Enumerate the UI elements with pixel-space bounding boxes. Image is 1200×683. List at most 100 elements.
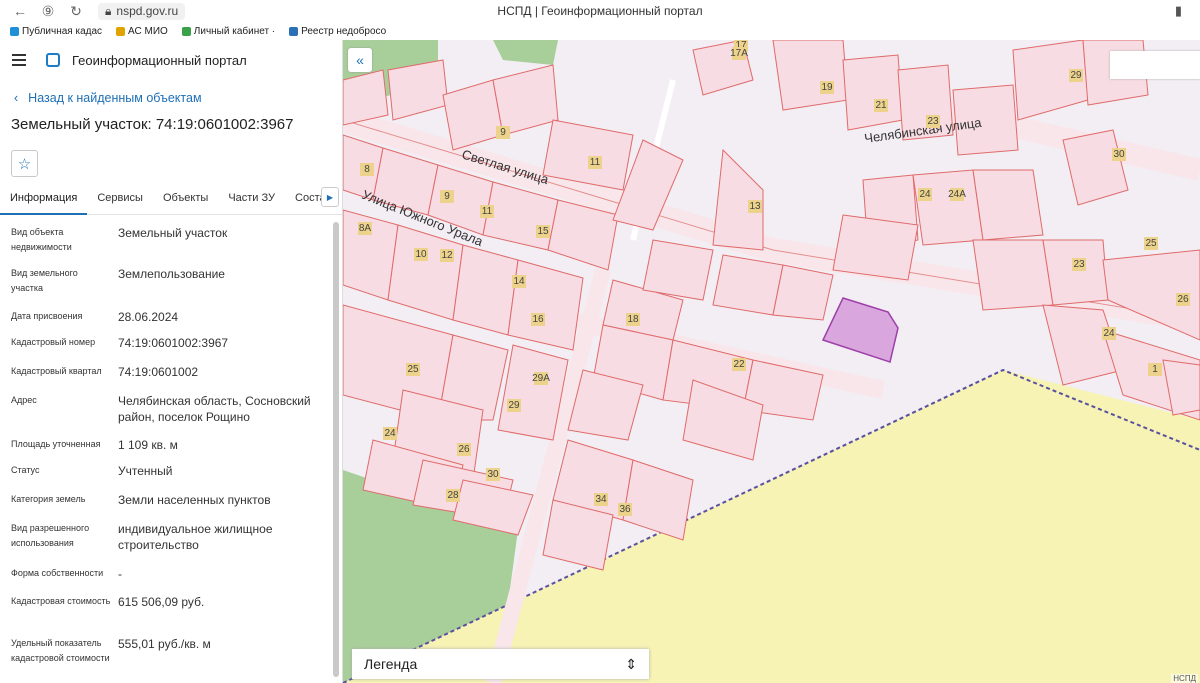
parcel[interactable] [772, 264, 834, 321]
parcel-number: 9 [444, 191, 450, 202]
parcel[interactable] [452, 244, 519, 336]
parcel-number: 23 [1073, 259, 1085, 270]
nspd-logo-icon [46, 53, 60, 67]
attribute-key: Удельный показатель кадастровой стоимост… [11, 638, 110, 663]
parcel[interactable] [832, 214, 919, 281]
attribute-key: Категория земель [11, 494, 86, 504]
tab-3[interactable]: Части ЗУ [218, 187, 285, 215]
bookmark-item[interactable]: АС МИО [116, 26, 168, 37]
url-text: nspd.gov.ru [116, 4, 179, 18]
bookmark-item[interactable]: Личный кабинет · [181, 25, 276, 37]
parcel[interactable] [343, 69, 389, 126]
parcel[interactable] [972, 169, 1044, 241]
info-panel: Геоинформационный портал ‹ Назад к найде… [0, 40, 343, 683]
attribute-value: 74:19:0601002 [118, 365, 199, 379]
legend-dropdown[interactable]: Легенда ⇕ [352, 649, 649, 679]
parcel[interactable] [912, 169, 984, 246]
panel-header: Геоинформационный портал [0, 40, 342, 80]
legend-label: Легенда [364, 656, 418, 672]
bookmark-item[interactable]: Публичная кадас [10, 26, 102, 37]
favorite-star-icon[interactable]: ☆ [11, 150, 38, 177]
parcel-number: 16 [532, 314, 544, 325]
map-search-box[interactable] [1110, 51, 1200, 79]
attribute-value: - [118, 567, 122, 581]
parcel-number: 17А [730, 48, 748, 59]
parcel[interactable] [772, 40, 849, 111]
attribute-key: Вид земельного участка [11, 268, 78, 293]
bookmark-icon[interactable]: ▮ [1175, 3, 1182, 19]
parcel[interactable] [712, 254, 784, 316]
tabs-scroll-right-icon[interactable]: ▶ [321, 187, 339, 207]
bookmark-label: Личный кабинет · [193, 25, 276, 37]
object-title: Земельный участок: 74:19:0601002:3967 [11, 116, 294, 133]
attribute-key: Кадастровый квартал [11, 366, 102, 376]
parcel-number: 24 [384, 428, 396, 439]
parcel-number: 13 [749, 201, 761, 212]
parcel-number: 8 [364, 164, 370, 175]
attribute-key: Дата присвоения [11, 311, 83, 321]
parcel-number: 18 [627, 314, 639, 325]
attribute-value: 28.06.2024 [118, 310, 179, 324]
parcel-number: 34 [595, 494, 607, 505]
parcel-number: 26 [1177, 294, 1189, 305]
parcel-number: 14 [513, 276, 525, 287]
parcel-number: 23 [927, 116, 939, 127]
parcel[interactable] [842, 54, 904, 131]
parcel-number: 10 [415, 249, 427, 260]
browser-toolbar: ← ⑨ ↻ 🔒︎ nspd.gov.ru НСПД | Геоинформаци… [0, 0, 1200, 22]
panel-scrollbar[interactable] [333, 222, 339, 677]
map-view[interactable]: Светлая улица Улица Южного Урала Челябин… [343, 40, 1200, 683]
bookmark-label: АС МИО [128, 25, 168, 37]
attribute-key: Форма собственности [11, 568, 104, 578]
parcel[interactable] [642, 239, 714, 301]
parcel-number: 29 [508, 400, 520, 411]
attribute-value: Земельный участок [118, 226, 228, 240]
attribute-value: индивидуальное жилищное строительство [118, 522, 273, 552]
back-link-label: Назад к найденным объектам [28, 91, 202, 105]
address-bar[interactable]: 🔒︎ nspd.gov.ru [98, 2, 186, 20]
attribute-value: Челябинская область, Сосновский район, п… [118, 394, 311, 424]
info-tabs: Информация Сервисы Объекты Части ЗУ Состав ▶ [0, 187, 342, 215]
menu-icon[interactable] [12, 54, 26, 66]
collapse-panel-icon[interactable]: « [348, 48, 372, 72]
back-arrow-icon[interactable]: ← [6, 3, 34, 20]
parcel-number: 11 [482, 206, 493, 217]
attribute-key: Кадастровая стоимость [11, 596, 111, 606]
attribute-key: Кадастровый номер [11, 337, 96, 347]
attribute-key: Вид объекта недвижимости [11, 227, 72, 252]
parcel-number: 1 [1152, 364, 1158, 375]
attribute-value: 615 506,09 руб. [118, 595, 205, 609]
parcel-number: 11 [590, 157, 601, 168]
tab-1[interactable]: Сервисы [87, 187, 153, 215]
parcel[interactable] [972, 239, 1054, 311]
parcel-number: 30 [487, 469, 499, 480]
parcel-number: 29А [532, 373, 550, 384]
bookmarks-bar: Публичная кадас АС МИО Личный кабинет · Рее… [0, 22, 1200, 40]
parcel-number: 21 [875, 100, 887, 111]
attribute-key: Адрес [11, 395, 37, 405]
parcel-number: 24А [948, 189, 966, 200]
attribute-key: Площадь уточненная [11, 439, 101, 449]
back-link[interactable]: ‹ Назад к найденным объектам [0, 80, 342, 106]
reload-icon[interactable]: ↻ [62, 3, 90, 20]
tab-0[interactable]: Информация [0, 187, 88, 215]
parcel-number: 30 [1113, 149, 1125, 160]
yandex-icon[interactable]: ⑨ [34, 3, 62, 20]
bookmark-item[interactable]: Реестр недобросо [289, 26, 386, 37]
attribute-value: 555,01 руб./кв. м [118, 637, 211, 651]
parcel-number: 25 [1145, 238, 1157, 249]
parcel-number: 19 [821, 82, 833, 93]
map-attribution: НСПД [1171, 674, 1198, 683]
parcel[interactable] [1042, 239, 1109, 306]
cadastral-map[interactable]: Светлая улица Улица Южного Урала Челябин… [343, 40, 1200, 683]
app-title: Геоинформационный портал [72, 52, 247, 68]
bookmark-favicon-icon [289, 26, 299, 36]
parcel-number: 25 [407, 364, 419, 375]
bookmark-favicon-icon [10, 26, 19, 36]
parcel-number: 29 [1070, 70, 1082, 81]
parcel-number: 15 [537, 226, 549, 237]
browser-nav: ← ⑨ ↻ [6, 3, 90, 20]
attribute-value: 1 109 кв. м [118, 438, 178, 452]
tab-2[interactable]: Объекты [153, 187, 218, 215]
bookmark-favicon-icon [181, 26, 191, 36]
